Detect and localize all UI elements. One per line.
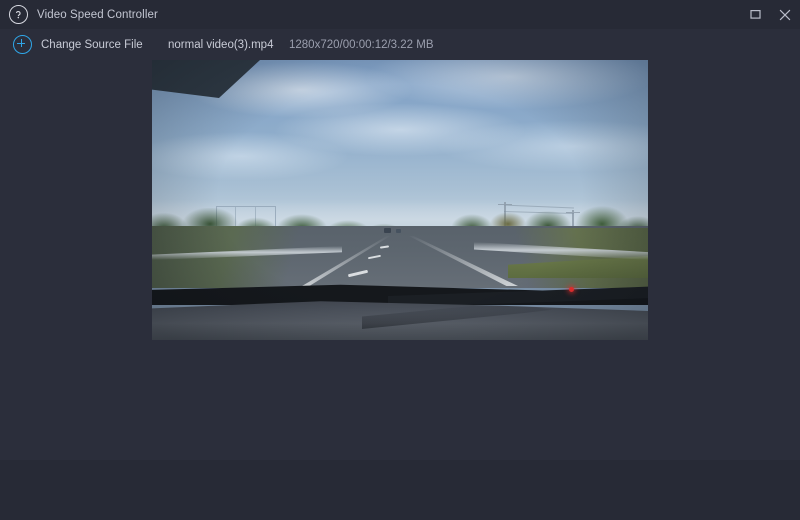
video-preview[interactable] bbox=[152, 60, 648, 340]
output-settings-panel: Name: normal video(3)_speed.mp4 Output: … bbox=[0, 460, 800, 520]
title-bar: Video Speed Controller bbox=[0, 0, 800, 29]
window-title: Video Speed Controller bbox=[37, 8, 158, 21]
video-stage bbox=[0, 60, 800, 340]
close-icon[interactable] bbox=[770, 0, 800, 29]
video-speed-controller-window: Video Speed Controller Change Source Fil… bbox=[0, 0, 800, 520]
video-dash-indicator-light bbox=[569, 287, 574, 292]
maximize-icon[interactable] bbox=[740, 0, 770, 29]
speed-options-row: 0.125X 0.25X 0.5X 0.75X 1X 1.25X 1.5X 2X… bbox=[0, 378, 800, 460]
app-logo-icon bbox=[9, 5, 28, 24]
change-source-file-button[interactable]: Change Source File bbox=[41, 39, 143, 51]
playback-bar: 00:00:01.17 /00:01:36.13 bbox=[0, 340, 800, 378]
video-vehicle-far-2 bbox=[396, 229, 401, 233]
source-file-meta: 1280x720/00:00:12/3.22 MB bbox=[289, 38, 434, 51]
video-vehicle-far-1 bbox=[384, 228, 391, 233]
source-bar: Change Source File normal video(3).mp4 1… bbox=[0, 29, 800, 60]
window-controls bbox=[740, 0, 800, 29]
source-file-name: normal video(3).mp4 bbox=[168, 38, 274, 51]
plus-circle-icon[interactable] bbox=[13, 35, 32, 54]
